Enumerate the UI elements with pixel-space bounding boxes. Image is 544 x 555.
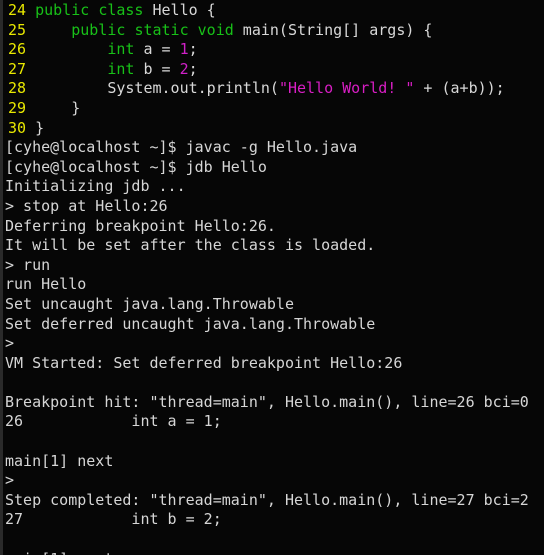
terminal-line: It will be set after the class is loaded… [5,236,376,255]
terminal-line: main[1] next [5,550,544,555]
terminal-line: [cyhe@localhost ~]$ javac -g Hello.java [5,138,358,157]
terminal-line: Set uncaught java.lang.Throwable [5,294,294,313]
code-line: 30 } [3,119,544,139]
terminal-line: Step completed: "thread=main", Hello.mai… [5,490,529,509]
code-token-keyword: class [98,1,144,19]
terminal-line: Deferring breakpoint Hello:26. [5,216,276,235]
code-token-plain: System.out.println( [26,79,279,98]
code-line-number: 27 [8,59,27,78]
terminal-line: > stop at Hello:26 [5,196,168,215]
terminal-line: main[1] next [5,451,114,470]
code-token-literal: 2 [179,59,189,78]
code-line-number: 26 [8,40,27,59]
code-token-string: "Hello World! " [278,79,415,98]
code-token-plain: } [26,98,81,117]
code-line: 29 } [3,99,544,119]
code-listing: 24 public class Hello {25 public static … [3,0,544,138]
terminal-line: 27 int b = 2; [5,510,222,529]
code-line: 28 System.out.println("Hello World! " + … [3,79,544,99]
code-token-literal: 1 [179,40,189,59]
code-line-number: 24 [8,1,27,19]
code-line: 25 public static void main(String[] args… [3,21,544,41]
shell-output: [cyhe@localhost ~]$ javac -g Hello.java[… [3,138,544,555]
terminal-window[interactable]: 24 public class Hello {25 public static … [0,0,544,555]
code-token-keyword: int [107,59,135,78]
code-line-number: 29 [8,98,27,117]
code-token-keyword: int [107,40,135,59]
terminal-line: Breakpoint hit: "thread=main", Hello.mai… [5,392,529,411]
terminal-line: > run [5,255,51,274]
code-token-keyword: public [35,1,90,19]
code-token-keyword: public [71,20,126,39]
code-line-number: 30 [8,118,27,137]
terminal-line: > [5,334,15,353]
terminal-line: > [5,471,15,490]
code-token-plain: } [26,118,45,137]
code-token-keyword: static [134,20,189,39]
code-token-plain: b = [134,59,180,78]
terminal-line: VM Started: Set deferred breakpoint Hell… [5,353,403,372]
terminal-line: run Hello [5,275,87,294]
code-token-keyword: void [197,20,234,39]
code-token-plain: + (a+b)); [414,79,505,98]
code-line-number: 25 [8,20,27,39]
code-line: 26 int a = 1; [3,40,544,60]
code-token-plain: a = [134,40,180,59]
code-token-plain: ; [188,40,198,59]
code-token-plain: main(String[] args) { [233,20,433,39]
code-line: 27 int b = 2; [3,60,544,80]
code-line: 24 public class Hello { [3,1,544,21]
terminal-line: Initializing jdb ... [5,177,186,196]
code-line-number: 28 [8,79,27,98]
terminal-line: Set deferred uncaught java.lang.Throwabl… [5,314,376,333]
code-token-plain: ; [188,59,198,78]
terminal-line: 26 int a = 1; [5,412,222,431]
code-token-plain: Hello { [143,1,216,19]
terminal-line: [cyhe@localhost ~]$ jdb Hello [5,157,267,176]
